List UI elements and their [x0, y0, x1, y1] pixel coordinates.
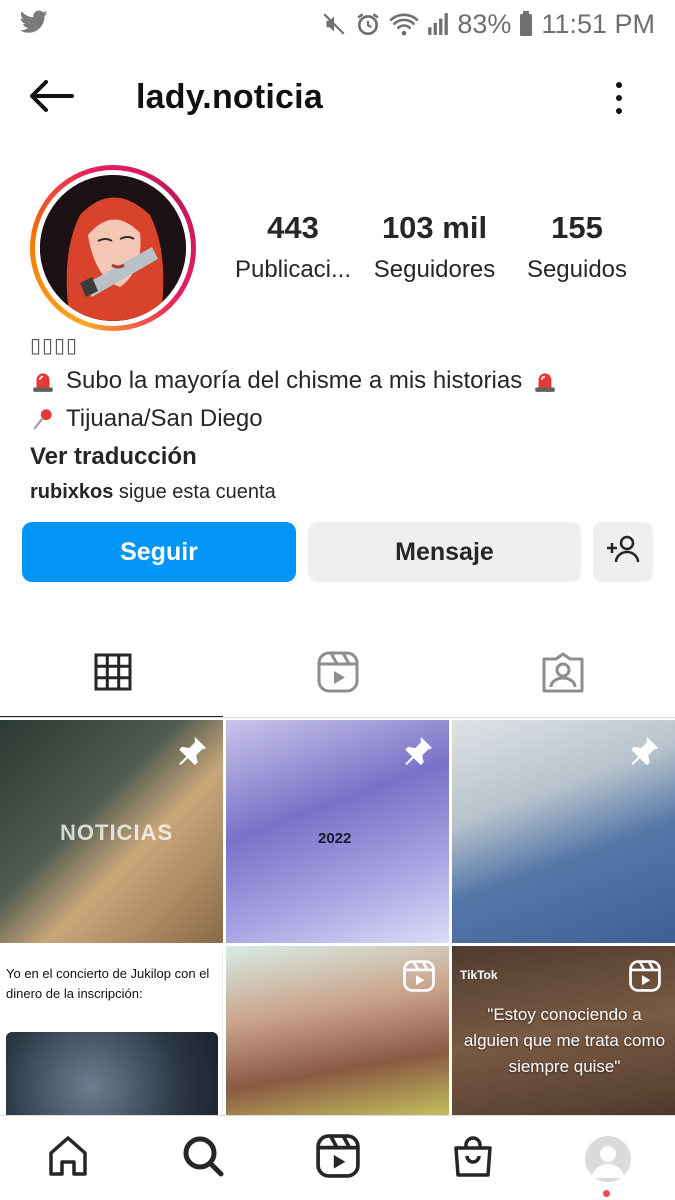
stat-posts-value: 443 [267, 210, 319, 245]
bio-line-1: Subo la mayoría del chisme a mis histori… [30, 367, 650, 395]
more-vertical-icon [616, 82, 622, 88]
profile-avatar [584, 1135, 631, 1182]
stat-followers[interactable]: 103 mil Seguidores [367, 210, 502, 284]
wifi-icon [389, 11, 420, 37]
post-tile[interactable] [452, 720, 675, 943]
siren-icon [532, 368, 558, 394]
followed-by[interactable]: rubixkos sigue esta cuenta [30, 481, 650, 504]
post-caption: Yo en el concierto de Jukilop con el din… [6, 966, 210, 1001]
bio-line-2: Tijuana/San Diego [30, 405, 650, 433]
twitter-icon [19, 9, 48, 39]
nav-profile[interactable] [540, 1116, 675, 1200]
profile-header: lady.noticia [0, 62, 675, 134]
profile-stats: 443 Publicaci... 103 mil Seguidores 155 … [222, 210, 652, 300]
stat-following[interactable]: 155 Seguidos [518, 210, 636, 284]
battery-icon [519, 11, 533, 37]
pushpin-icon [30, 406, 56, 432]
post-tile[interactable]: 2022 [226, 720, 449, 943]
stat-followers-value: 103 mil [381, 210, 488, 245]
post-overlay-text: "Estoy conociendo a alguien que me trata… [463, 1005, 666, 1076]
page-title: lady.noticia [136, 78, 323, 116]
reels-icon [317, 651, 359, 698]
reel-badge-icon [403, 960, 435, 997]
see-translation-link[interactable]: Ver traducción [30, 443, 650, 473]
tab-reels[interactable] [225, 630, 450, 718]
message-button[interactable]: Mensaje [308, 522, 581, 582]
nav-shop[interactable] [405, 1116, 540, 1200]
battery-level: 83% [457, 8, 512, 39]
profile-actions: Seguir Mensaje [22, 522, 654, 582]
shop-icon [452, 1134, 494, 1183]
tab-tagged[interactable] [450, 630, 675, 718]
nav-home[interactable] [0, 1116, 135, 1200]
notification-dot [603, 1190, 610, 1197]
add-user-icon [606, 534, 640, 571]
post-overlay-text: 2022 [318, 830, 352, 847]
pin-icon [401, 734, 435, 773]
post-tile[interactable]: NOTICIAS [0, 720, 223, 943]
post-tile[interactable] [226, 946, 449, 1115]
search-icon [181, 1134, 225, 1183]
tabs-divider [0, 717, 675, 718]
stat-posts-label: Publicaci... [234, 256, 352, 283]
profile-display-name: ▯▯▯▯ [30, 335, 79, 357]
tab-posts[interactable] [0, 630, 225, 718]
siren-icon [30, 368, 56, 394]
home-icon [46, 1134, 90, 1183]
profile-avatar-story-ring[interactable] [30, 165, 196, 331]
profile-bio: ▯▯▯▯ Subo la mayoría del chisme a mis hi… [30, 333, 650, 504]
profile-tabs [0, 630, 675, 718]
post-tile[interactable]: Yo en el concierto de Jukilop con el din… [0, 946, 223, 1115]
reel-badge-icon [629, 960, 661, 997]
post-brand-text: TikTok [460, 968, 498, 982]
post-tile[interactable]: TikTok "Estoy conociendo a alguien que m… [452, 946, 675, 1115]
stat-posts[interactable]: 443 Publicaci... [228, 210, 358, 284]
stat-following-label: Seguidos [526, 256, 628, 283]
follow-button[interactable]: Seguir [22, 522, 296, 582]
back-button[interactable] [26, 78, 76, 118]
post-watermark: NOTICIAS [60, 820, 174, 845]
posts-grid: NOTICIAS 2022 Yo en el concierto de Juki… [0, 720, 675, 1115]
suggested-users-button[interactable] [593, 522, 653, 582]
reels-nav-icon [315, 1134, 360, 1183]
bio-text-1: Subo la mayoría del chisme a mis histori… [66, 367, 523, 394]
status-bar: 83% 11:51 PM [0, 0, 675, 48]
grid-icon [94, 653, 132, 696]
nav-search[interactable] [135, 1116, 270, 1200]
bottom-navigation [0, 1115, 675, 1200]
pin-icon [175, 734, 209, 773]
back-arrow-icon [28, 79, 74, 118]
alarm-icon [355, 11, 381, 37]
stat-following-value: 155 [551, 210, 603, 245]
bio-location: Tijuana/San Diego [66, 405, 263, 432]
followed-by-text: sigue esta cuenta [118, 481, 276, 503]
mute-icon [321, 11, 347, 37]
pin-icon [627, 734, 661, 773]
post-image [6, 1032, 218, 1115]
more-options-button[interactable] [607, 76, 631, 120]
clock-time: 11:51 PM [541, 8, 655, 39]
tagged-icon [542, 651, 584, 698]
profile-avatar [40, 175, 186, 321]
followed-by-user: rubixkos [30, 481, 114, 503]
nav-reels[interactable] [270, 1116, 405, 1200]
signal-icon [427, 12, 449, 36]
stat-followers-label: Seguidores [373, 256, 496, 283]
